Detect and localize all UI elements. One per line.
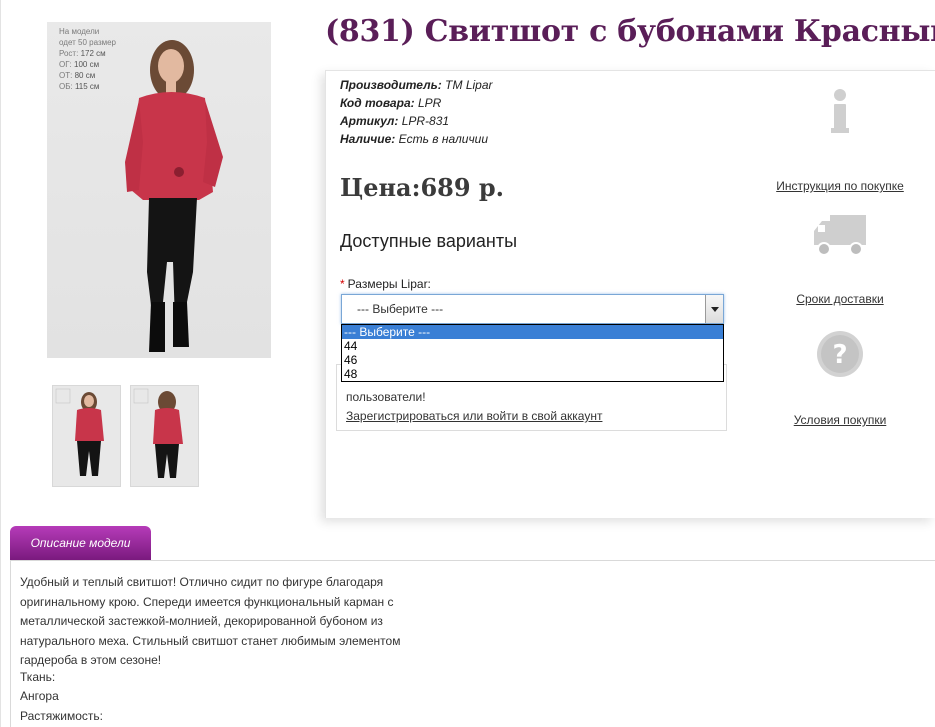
note-hips: ОБ: 115 см	[59, 82, 100, 91]
register-login-link[interactable]: Зарегистрироваться или войти в свой акка…	[346, 409, 602, 423]
product-main-image[interactable]: На модели одет 50 размер Рост: 172 см ОГ…	[47, 22, 271, 358]
spec-manufacturer: Производитель: ТМ Lipar	[340, 78, 493, 92]
thumbnail-back-figure	[133, 388, 183, 478]
chevron-down-icon[interactable]	[705, 295, 723, 323]
model-measurements: На модели одет 50 размер Рост: 172 см ОГ…	[59, 26, 116, 92]
spec-article: Артикул: LPR-831	[340, 114, 450, 128]
page-left-border	[0, 0, 1, 727]
note-waist: ОТ: 80 см	[59, 71, 96, 80]
spec-availability: Наличие: Есть в наличии	[340, 132, 489, 146]
size-select-value: --- Выберите ---	[357, 302, 444, 316]
required-mark: *	[340, 277, 345, 291]
note-2: одет 50 размер	[59, 38, 117, 47]
size-option-46[interactable]: 46	[342, 353, 723, 367]
description-text: Удобный и теплый свитшот! Отлично сидит …	[20, 575, 401, 667]
spec-product-code: Код товара: LPR	[340, 96, 442, 110]
size-label: * Размеры Lipar:	[340, 277, 431, 291]
product-price: Цена:689 р.	[340, 173, 505, 202]
fabric-label: Ткань:	[20, 670, 56, 684]
login-notice-text: пользователи!	[346, 390, 426, 404]
info-icon	[831, 89, 849, 133]
size-dropdown-list[interactable]: --- Выберите --- 44 46 48	[341, 324, 724, 382]
terms-link[interactable]: Условия покупки	[794, 413, 887, 427]
info-terms: ? Условия покупки	[760, 330, 920, 429]
description-panel: Удобный и теплый свитшот! Отлично сидит …	[10, 560, 935, 727]
note-height: Рост: 172 см	[59, 49, 106, 58]
truck-icon	[814, 215, 866, 256]
info-instruction: Инструкция по покупке	[760, 88, 920, 195]
tab-description[interactable]: Описание модели	[10, 526, 151, 560]
size-select[interactable]: --- Выберите ---	[341, 294, 724, 324]
note-1: На модели	[59, 27, 100, 36]
size-option-placeholder[interactable]: --- Выберите ---	[342, 325, 723, 339]
size-option-44[interactable]: 44	[342, 339, 723, 353]
size-option-48[interactable]: 48	[342, 367, 723, 381]
note-chest: ОГ: 100 см	[59, 60, 100, 69]
question-icon: ?	[817, 331, 863, 377]
delivery-link[interactable]: Сроки доставки	[796, 292, 883, 306]
info-delivery: Сроки доставки	[760, 213, 920, 308]
product-thumbnail-front[interactable]	[52, 385, 121, 487]
variants-heading: Доступные варианты	[340, 231, 518, 251]
fabric-value: Ангора	[20, 689, 59, 703]
product-title: (831) Свитшот с бубонами Красный	[325, 14, 935, 49]
thumbnail-front-figure	[55, 388, 104, 476]
product-thumbnail-back[interactable]	[130, 385, 199, 487]
stretch-label: Растяжимость:	[20, 709, 104, 723]
instruction-link[interactable]: Инструкция по покупке	[776, 179, 904, 193]
svg-text:?: ?	[832, 340, 847, 370]
